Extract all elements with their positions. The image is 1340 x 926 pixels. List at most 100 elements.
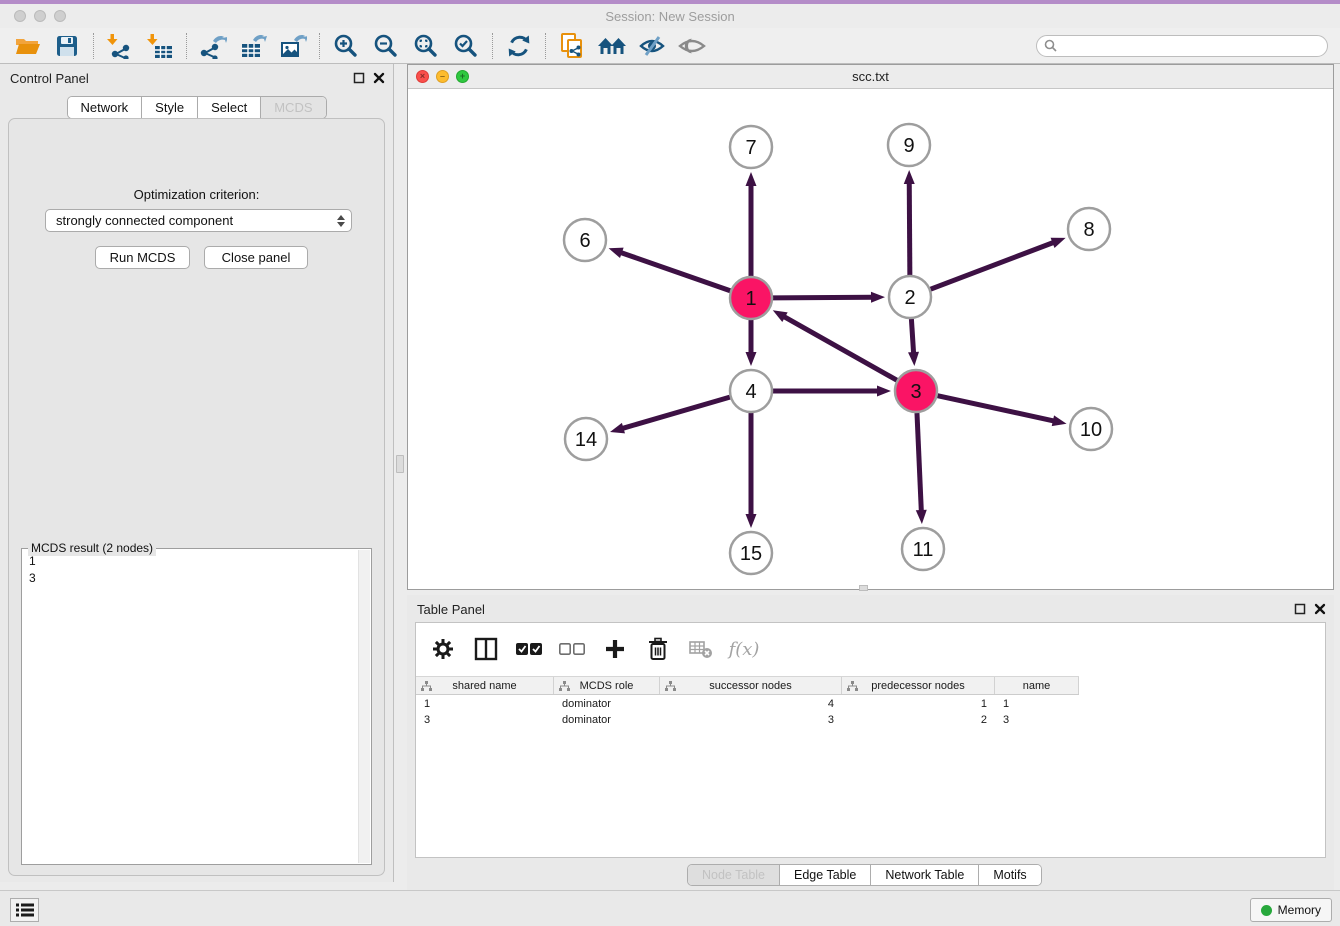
export-image-icon[interactable] xyxy=(276,31,310,61)
graph-node-11[interactable]: 11 xyxy=(902,528,944,570)
memory-button[interactable]: Memory xyxy=(1250,898,1332,922)
open-session-icon[interactable] xyxy=(10,31,44,61)
zoom-in-icon[interactable] xyxy=(329,31,363,61)
graph-node-6[interactable]: 6 xyxy=(564,219,606,261)
preview-eye-icon[interactable] xyxy=(675,31,709,61)
graph-edge-2-8[interactable] xyxy=(931,238,1066,289)
search-box[interactable] xyxy=(1036,35,1328,57)
task-history-button[interactable] xyxy=(10,898,39,922)
tab-style[interactable]: Style xyxy=(141,97,197,118)
import-network-icon[interactable] xyxy=(103,31,137,61)
delete-table-icon[interactable] xyxy=(688,636,714,662)
graph-edge-1-2[interactable] xyxy=(773,292,885,303)
graph-node-10[interactable]: 10 xyxy=(1070,408,1112,450)
tab-select[interactable]: Select xyxy=(197,97,260,118)
table-cell[interactable]: dominator xyxy=(554,712,660,728)
table-cell[interactable]: 1 xyxy=(842,696,995,712)
toolbar-separator xyxy=(186,33,187,59)
deselect-all-icon[interactable] xyxy=(559,636,585,662)
search-input[interactable] xyxy=(1061,37,1327,55)
mcds-result-text[interactable]: 1 3 xyxy=(25,553,355,862)
graph-edge-2-3[interactable] xyxy=(908,319,919,366)
tab-motifs[interactable]: Motifs xyxy=(978,865,1040,885)
function-builder-icon[interactable]: f(x) xyxy=(731,636,757,662)
save-session-icon[interactable] xyxy=(50,31,84,61)
select-all-icon[interactable] xyxy=(516,636,542,662)
graph-node-1[interactable]: 1 xyxy=(730,277,772,319)
graph-node-4[interactable]: 4 xyxy=(730,370,772,412)
import-table-icon[interactable] xyxy=(143,31,177,61)
svg-text:7: 7 xyxy=(745,137,756,159)
float-panel-icon[interactable] xyxy=(1294,603,1306,615)
table-cell[interactable]: 1 xyxy=(995,696,1079,712)
graph-node-7[interactable]: 7 xyxy=(730,126,772,168)
export-table-icon[interactable] xyxy=(236,31,270,61)
attribute-icon xyxy=(559,681,570,692)
graph-edge-3-11[interactable] xyxy=(916,413,927,524)
column-header-name[interactable]: name xyxy=(995,677,1079,694)
float-panel-icon[interactable] xyxy=(353,72,365,84)
graph-edge-4-15[interactable] xyxy=(746,413,757,528)
graph-edge-3-10[interactable] xyxy=(937,396,1066,426)
svg-text:14: 14 xyxy=(575,429,597,451)
splitter-handle[interactable] xyxy=(859,585,868,591)
result-scrollbar[interactable] xyxy=(358,550,370,863)
table-cell[interactable]: 4 xyxy=(660,696,842,712)
home-icon[interactable] xyxy=(595,31,629,61)
table-cell[interactable]: 3 xyxy=(660,712,842,728)
close-panel-icon[interactable] xyxy=(1314,603,1326,615)
panel-divider[interactable] xyxy=(394,64,407,882)
graph-edge-3-1[interactable] xyxy=(773,310,897,380)
show-columns-icon[interactable] xyxy=(473,636,499,662)
network-canvas[interactable]: 7 9 6 8 1 2 4 3 14 10 15 11 xyxy=(408,89,1333,589)
tab-node-table[interactable]: Node Table xyxy=(688,865,779,885)
tab-network[interactable]: Network xyxy=(67,97,141,118)
table-panel: Table Panel f(x) shared nameMCDS rolesuc… xyxy=(407,595,1334,890)
graph-edge-1-4[interactable] xyxy=(746,320,757,366)
graph-node-3[interactable]: 3 xyxy=(895,370,937,412)
zoom-out-icon[interactable] xyxy=(369,31,403,61)
export-network-icon[interactable] xyxy=(196,31,230,61)
divider-handle[interactable] xyxy=(396,455,404,473)
graph-node-15[interactable]: 15 xyxy=(730,532,772,574)
tab-edge-table[interactable]: Edge Table xyxy=(779,865,870,885)
clone-network-icon[interactable] xyxy=(555,31,589,61)
graph-edge-4-3[interactable] xyxy=(773,386,891,397)
table-cell[interactable]: 3 xyxy=(416,712,554,728)
graph-edge-1-6[interactable] xyxy=(609,248,731,291)
attribute-icon xyxy=(847,681,858,692)
column-header-predecessor-nodes[interactable]: predecessor nodes xyxy=(842,677,995,694)
svg-text:15: 15 xyxy=(740,543,762,565)
graph-node-14[interactable]: 14 xyxy=(565,418,607,460)
graph-edge-4-14[interactable] xyxy=(610,397,730,433)
refresh-icon[interactable] xyxy=(502,31,536,61)
run-mcds-button[interactable]: Run MCDS xyxy=(95,246,190,269)
graph-node-8[interactable]: 8 xyxy=(1068,208,1110,250)
graph-node-9[interactable]: 9 xyxy=(888,124,930,166)
tab-network-table[interactable]: Network Table xyxy=(870,865,978,885)
tab-mcds[interactable]: MCDS xyxy=(260,97,325,118)
table-cell[interactable]: dominator xyxy=(554,696,660,712)
graph-node-2[interactable]: 2 xyxy=(889,276,931,318)
close-panel-icon[interactable] xyxy=(373,72,385,84)
column-header-successor-nodes[interactable]: successor nodes xyxy=(660,677,842,694)
table-cell[interactable]: 2 xyxy=(842,712,995,728)
svg-text:6: 6 xyxy=(579,230,590,252)
hide-graphics-icon[interactable] xyxy=(635,31,669,61)
close-panel-button[interactable]: Close panel xyxy=(204,246,308,269)
column-header-MCDS-role[interactable]: MCDS role xyxy=(554,677,660,694)
zoom-selected-icon[interactable] xyxy=(449,31,483,61)
zoom-fit-icon[interactable] xyxy=(409,31,443,61)
delete-column-icon[interactable] xyxy=(645,636,671,662)
table-row[interactable]: 1dominator411 xyxy=(416,696,1079,712)
graph-edge-2-9[interactable] xyxy=(904,170,915,275)
add-column-icon[interactable] xyxy=(602,636,628,662)
window-title: Session: New Session xyxy=(0,9,1340,24)
table-settings-gear-icon[interactable] xyxy=(430,636,456,662)
criterion-select[interactable]: strongly connected component xyxy=(45,209,352,232)
table-cell[interactable]: 1 xyxy=(416,696,554,712)
table-row[interactable]: 3dominator323 xyxy=(416,712,1079,728)
graph-edge-1-7[interactable] xyxy=(746,172,757,276)
column-header-shared-name[interactable]: shared name xyxy=(416,677,554,694)
table-cell[interactable]: 3 xyxy=(995,712,1079,728)
